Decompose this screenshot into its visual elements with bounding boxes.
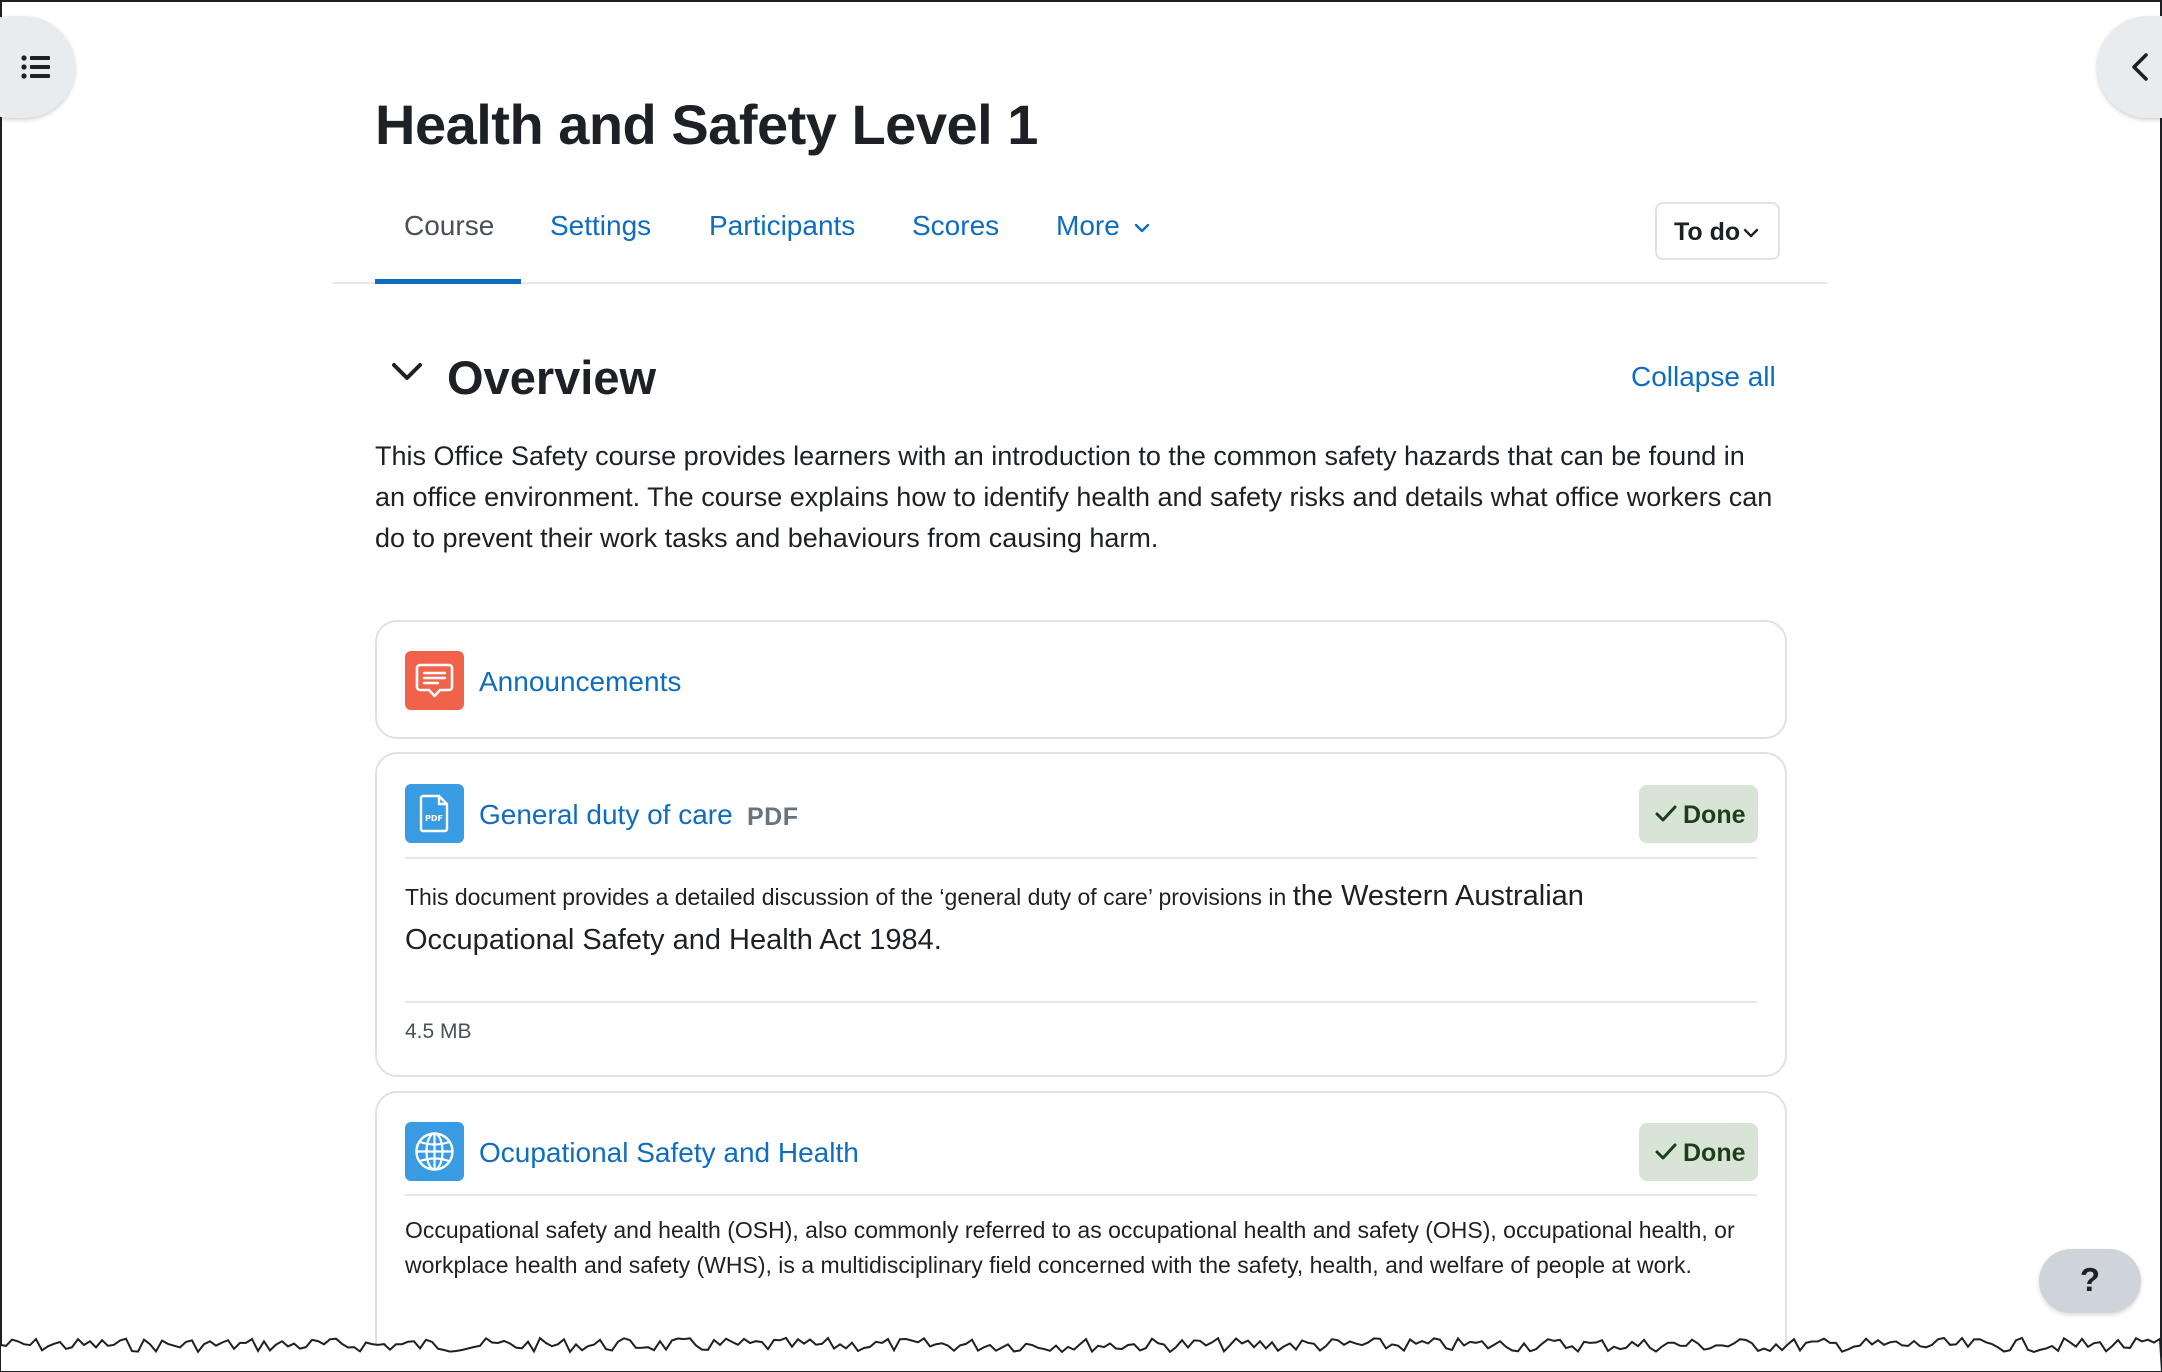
divider xyxy=(405,1194,1757,1196)
check-icon xyxy=(1655,805,1677,822)
divider xyxy=(405,857,1757,859)
check-icon xyxy=(1655,1143,1677,1160)
tab-participants[interactable]: Participants xyxy=(709,210,855,284)
list-icon xyxy=(21,55,50,79)
todo-label: To do xyxy=(1674,218,1741,246)
tab-more-label: More xyxy=(1056,210,1120,241)
status-label: Done xyxy=(1683,1139,1746,1167)
description-text: This document provides a detailed discus… xyxy=(405,884,1293,910)
pdf-icon: PDF xyxy=(405,784,464,843)
file-type-label: PDF xyxy=(747,803,799,831)
section-title: Overview xyxy=(447,351,657,404)
torn-edge-decoration xyxy=(0,1336,2162,1372)
svg-text:PDF: PDF xyxy=(425,814,443,823)
tab-scores[interactable]: Scores xyxy=(912,210,999,284)
secondary-navigation: Course Settings Participants Scores More xyxy=(333,196,1827,284)
activity-link-general-duty-of-care[interactable]: General duty of care xyxy=(479,799,733,831)
tab-more[interactable]: More xyxy=(1056,210,1150,284)
status-label: Done xyxy=(1683,801,1746,829)
section-summary: This Office Safety course provides learn… xyxy=(375,441,1773,553)
chevron-down-icon xyxy=(1743,228,1759,238)
completion-status-badge: Done xyxy=(1639,785,1758,843)
globe-icon xyxy=(405,1122,464,1181)
collapse-section-chevron-icon[interactable] xyxy=(390,360,424,384)
activity-card: Announcements xyxy=(375,620,1787,739)
collapse-all-link[interactable]: Collapse all xyxy=(1631,361,1776,393)
help-button[interactable]: ? xyxy=(2039,1249,2141,1313)
activity-link-occupational-safety-and-health[interactable]: Ocupational Safety and Health xyxy=(479,1137,859,1169)
page-title: Health and Safety Level 1 xyxy=(375,93,1038,156)
file-size: 4.5 MB xyxy=(405,1020,472,1043)
chevron-down-icon xyxy=(1134,223,1149,232)
forum-icon xyxy=(405,651,464,710)
activity-description: This document provides a detailed discus… xyxy=(405,875,1755,963)
chevron-left-icon xyxy=(2132,53,2148,81)
activity-card: PDF General duty of care PDF Done This d… xyxy=(375,752,1787,1077)
tab-course[interactable]: Course xyxy=(375,210,521,284)
completion-status-badge: Done xyxy=(1639,1123,1758,1181)
divider xyxy=(405,1001,1757,1003)
todo-dropdown[interactable]: To do xyxy=(1655,202,1780,260)
activity-link-announcements[interactable]: Announcements xyxy=(479,666,681,698)
activity-description: Occupational safety and health (OSH), al… xyxy=(405,1217,1735,1278)
tab-settings[interactable]: Settings xyxy=(550,210,651,284)
